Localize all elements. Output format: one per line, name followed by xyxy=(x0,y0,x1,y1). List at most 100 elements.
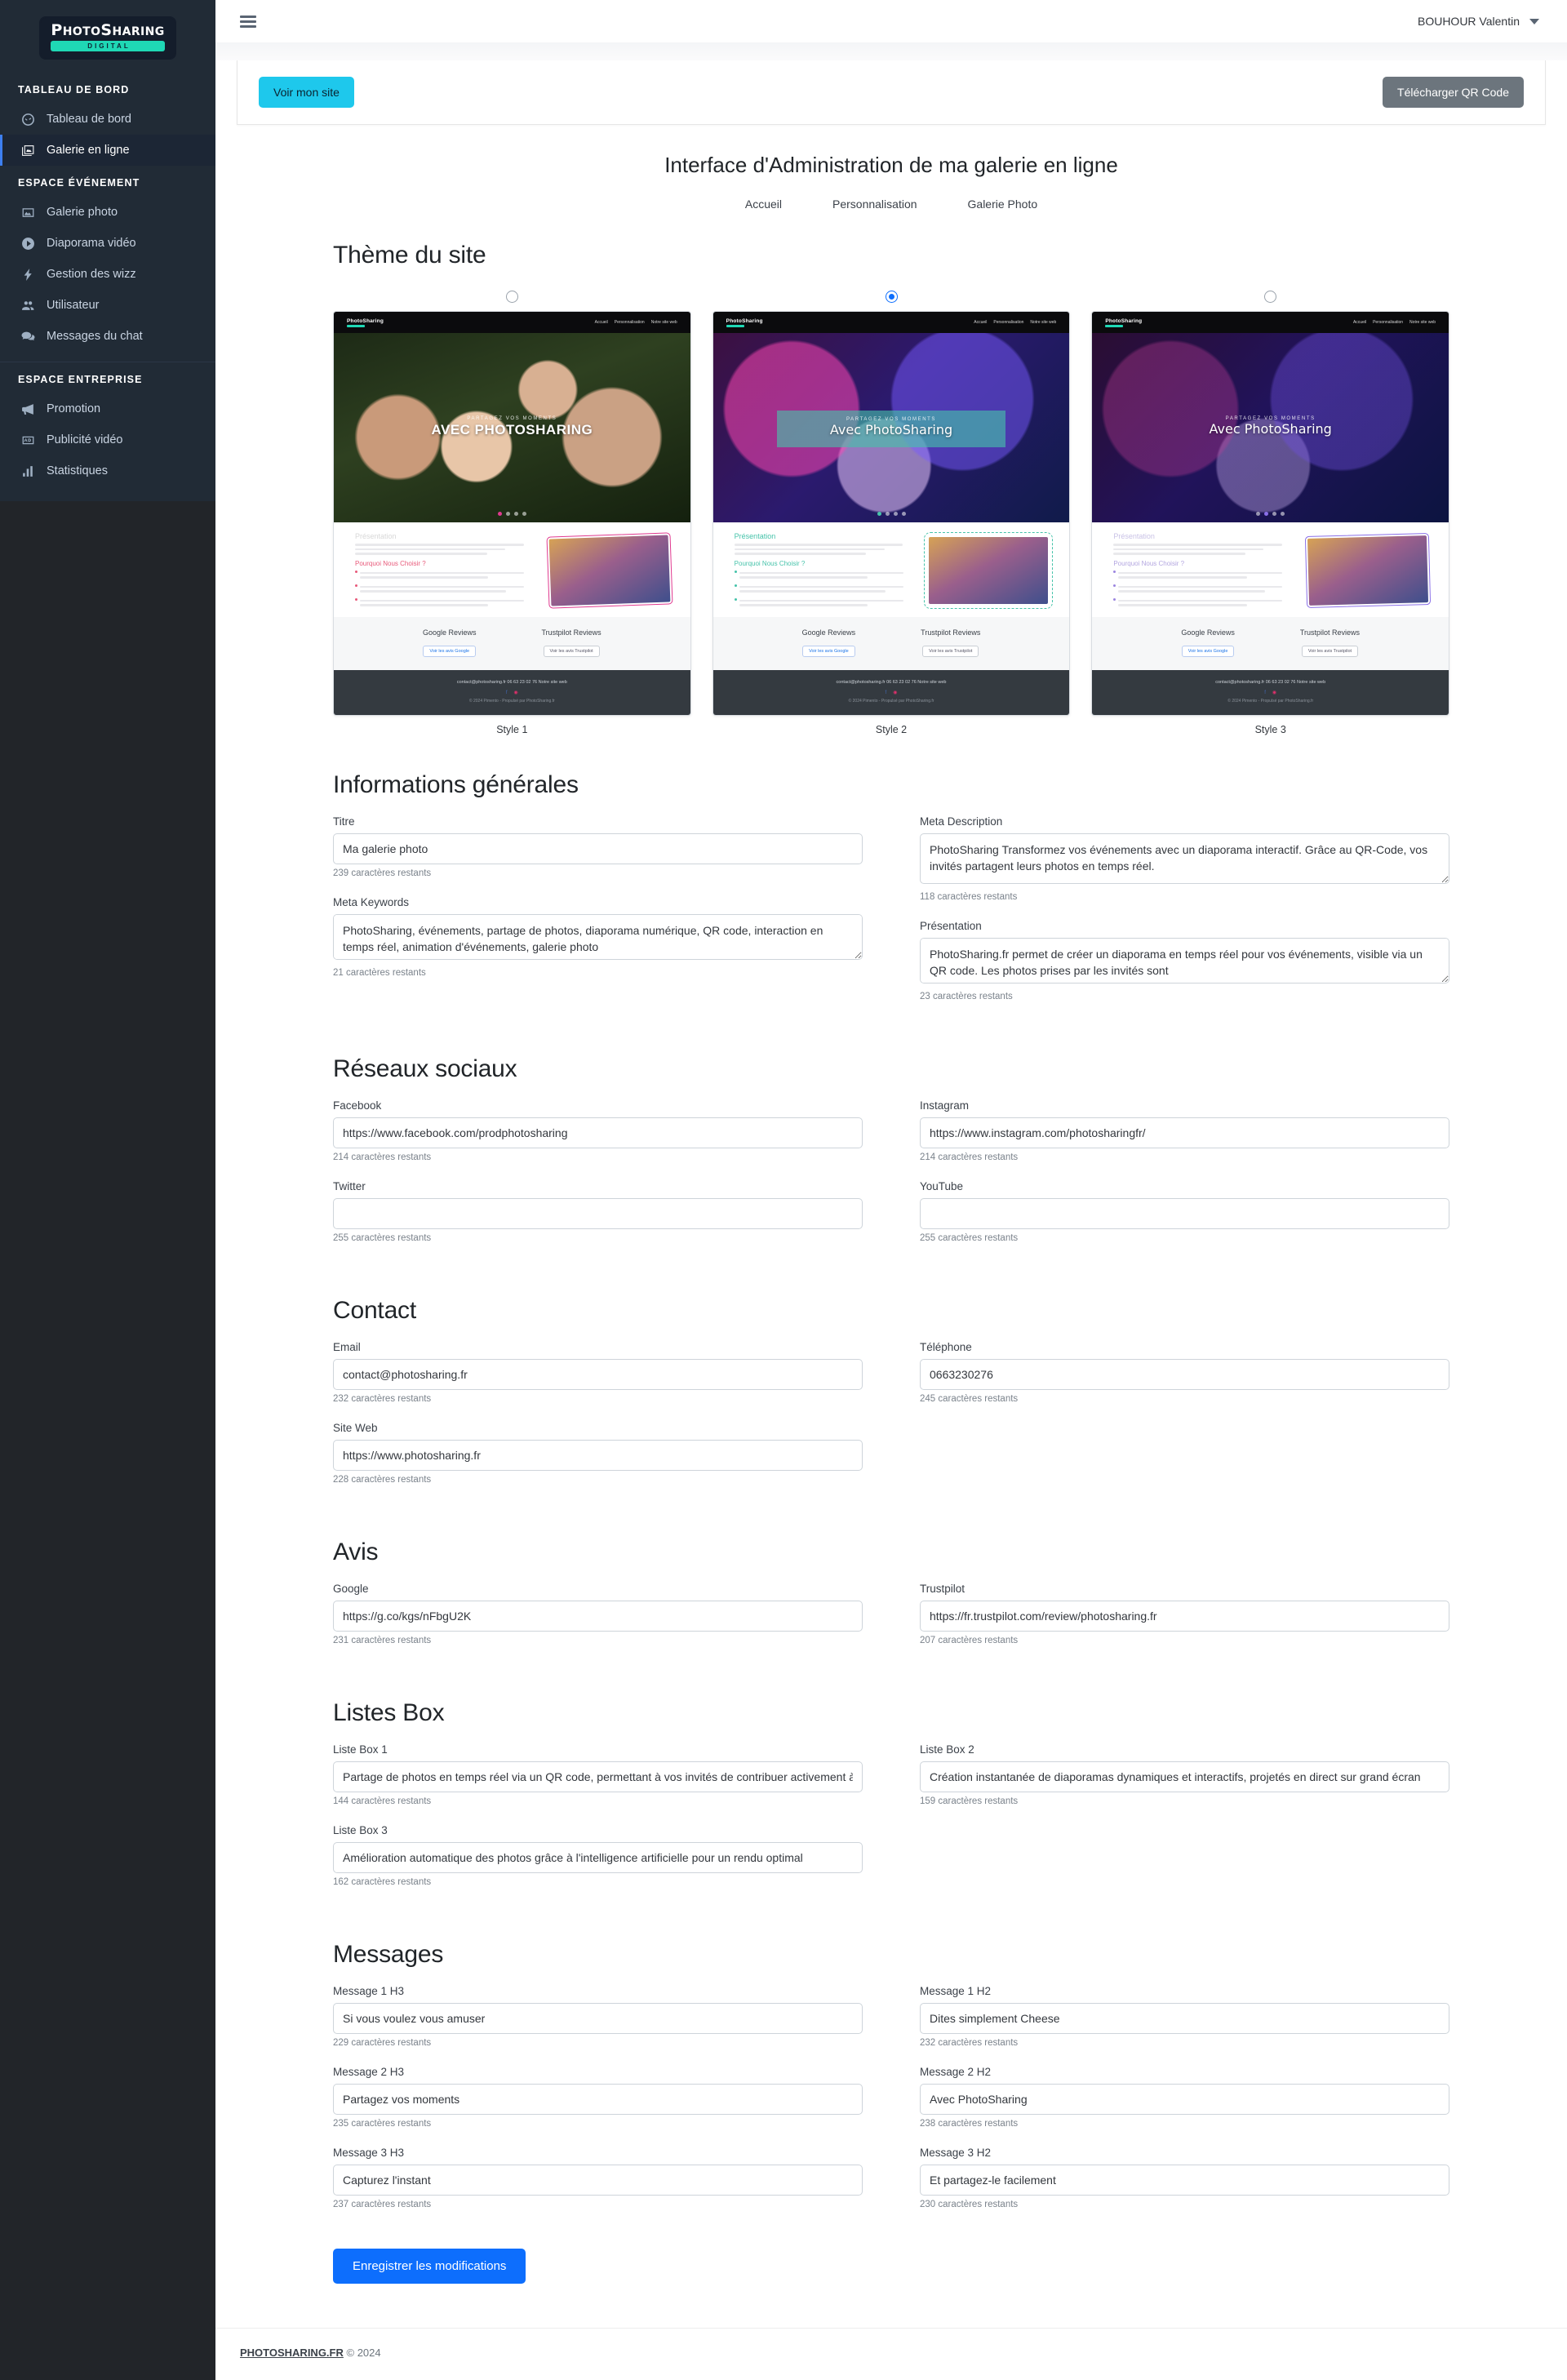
titre-input[interactable] xyxy=(333,833,863,864)
thumb-photo xyxy=(546,532,673,609)
user-menu[interactable]: BOUHOUR Valentin xyxy=(1418,15,1539,28)
thumb-why-title: Pourquoi Nous Choisir ? xyxy=(734,559,806,567)
thumb-nav-links: Accueil Personnalisation Notre site web xyxy=(595,320,677,325)
sidebar-item-utilisateur[interactable]: Utilisateur xyxy=(0,290,215,321)
theme-thumbnail-style-1[interactable]: PhotoSharing Accueil Personnalisation No… xyxy=(333,311,691,716)
liste-box-2-input[interactable] xyxy=(920,1761,1449,1792)
theme-card-style-3[interactable]: PhotoSharing Accueil Personnalisation No… xyxy=(1091,286,1450,735)
thumb-photo xyxy=(924,531,1054,609)
save-button[interactable]: Enregistrer les modifications xyxy=(333,2248,526,2284)
nav-heading-dashboard: TABLEAU DE BORD xyxy=(18,84,130,95)
thumb-carousel-dots xyxy=(1092,512,1449,516)
sidebar-item-gestion-des-wizz[interactable]: Gestion des wizz xyxy=(0,259,215,290)
thumb-review-trustpilot: Trustpilot Reviews Voir les avis Trustpi… xyxy=(921,628,980,657)
telephone-input[interactable] xyxy=(920,1358,1449,1390)
sidebar-item-diaporama-video[interactable]: Diaporama vidéo xyxy=(0,228,215,259)
subnav-galerie-photo[interactable]: Galerie Photo xyxy=(968,198,1038,211)
instagram-counter: 214 caractères restants xyxy=(920,1152,1019,1162)
sidebar-item-promotion[interactable]: Promotion xyxy=(0,393,215,424)
brand-haring: HARING xyxy=(112,25,165,38)
sidebar-item-messages-du-chat[interactable]: Messages du chat xyxy=(0,321,215,352)
download-qr-button[interactable]: Télécharger QR Code xyxy=(1383,77,1524,108)
avis-col-right: Trustpilot 207 caractères restants xyxy=(920,1583,1449,1663)
subnav-accueil[interactable]: Accueil xyxy=(745,198,782,211)
top-strip xyxy=(215,42,1567,60)
field-meta-description: Meta Description 118 caractères restants xyxy=(920,815,1449,902)
thumb-hero-subtitle: PARTAGEZ VOS MOMENTS xyxy=(467,416,557,422)
theme-card-style-1[interactable]: PhotoSharing Accueil Personnalisation No… xyxy=(333,286,691,735)
meta-keywords-counter: 21 caractères restants xyxy=(333,967,426,978)
liste-box-3-input[interactable] xyxy=(333,1841,863,1873)
field-google: Google 231 caractères restants xyxy=(333,1583,863,1645)
contact-col-right: Téléphone 245 caractères restants xyxy=(920,1341,1449,1503)
hamburger-menu-icon[interactable] xyxy=(237,12,260,31)
message-2-h3-counter: 235 caractères restants xyxy=(333,2118,432,2129)
thumb-footer-copyright: © 2024 Pimento - Propulsé par PhotoShari… xyxy=(468,698,555,704)
message-3-h2-counter: 230 caractères restants xyxy=(920,2199,1019,2209)
brand-logo[interactable]: PHOTOSHARING DIGITAL xyxy=(0,0,215,73)
message-2-h3-input[interactable] xyxy=(333,2083,863,2115)
message-3-h2-input[interactable] xyxy=(920,2164,1449,2196)
google-input[interactable] xyxy=(333,1600,863,1632)
liste-box-1-counter: 144 caractères restants xyxy=(333,1796,432,1806)
thumb-body-left: Présentation Pourquoi Nous Choisir ? xyxy=(355,532,539,609)
sidebar-item-tableau-de-bord[interactable]: Tableau de bord xyxy=(0,104,215,135)
subnav-personnalisation[interactable]: Personnalisation xyxy=(832,198,917,211)
sidebar-item-galerie-photo[interactable]: Galerie photo xyxy=(0,197,215,228)
facebook-input[interactable] xyxy=(333,1117,863,1148)
sidebar-item-label: Galerie photo xyxy=(47,206,118,219)
contact-grid: Email 232 caractères restants Site Web 2… xyxy=(333,1341,1449,1503)
site-web-input[interactable] xyxy=(333,1439,863,1471)
thumb-review-button: Voir les avis Trustpilot xyxy=(922,645,979,657)
message-2-h2-input[interactable] xyxy=(920,2083,1449,2115)
meta-keywords-textarea[interactable] xyxy=(333,913,863,960)
message-3-h3-input[interactable] xyxy=(333,2164,863,2196)
dashboard-icon xyxy=(20,112,35,127)
email-input[interactable] xyxy=(333,1358,863,1390)
message-1-h3-input[interactable] xyxy=(333,2002,863,2034)
images-icon xyxy=(20,143,35,158)
general-col-left: Titre 239 caractères restants Meta Keywo… xyxy=(333,815,863,1019)
sidebar-item-galerie-en-ligne[interactable]: Galerie en ligne xyxy=(0,135,215,166)
field-message-1-h2: Message 1 H2 232 caractères restants xyxy=(920,1985,1449,2048)
topbar: BOUHOUR Valentin xyxy=(215,0,1567,42)
youtube-input[interactable] xyxy=(920,1197,1449,1229)
theme-radio-style-3[interactable] xyxy=(1264,291,1277,303)
trustpilot-input[interactable] xyxy=(920,1600,1449,1632)
theme-thumbnail-style-3[interactable]: PhotoSharing Accueil Personnalisation No… xyxy=(1091,311,1450,716)
theme-radio-style-1[interactable] xyxy=(505,291,518,303)
sidebar-item-publicite-video[interactable]: Publicité vidéo xyxy=(0,424,215,455)
thumb-hero-title: Avec PhotoSharing xyxy=(829,422,953,438)
message-1-h2-input[interactable] xyxy=(920,2002,1449,2034)
meta-description-textarea[interactable] xyxy=(920,833,1449,884)
thumb-footer-social: f ◉ xyxy=(713,690,1070,695)
instagram-input[interactable] xyxy=(920,1117,1449,1148)
field-facebook: Facebook 214 caractères restants xyxy=(333,1099,863,1162)
field-presentation-label: Présentation xyxy=(920,919,982,932)
thumb-hero: PARTAGEZ VOS MOMENTS AVEC PHOTOSHARING xyxy=(334,333,690,522)
thumb-hero-caption: PARTAGEZ VOS MOMENTS AVEC PHOTOSHARING xyxy=(334,416,690,437)
view-site-button[interactable]: Voir mon site xyxy=(259,77,354,108)
sidebar-item-statistiques[interactable]: Statistiques xyxy=(0,455,215,486)
thumb-review-title: Trustpilot Reviews xyxy=(1299,628,1361,637)
thumb-footer: contact@photosharing.fr 06 63 23 02 76 N… xyxy=(712,669,1070,715)
thumb-reviews: Google Reviews Voir les avis Google Trus… xyxy=(1092,616,1449,670)
titre-counter: 239 caractères restants xyxy=(333,868,432,878)
site-web-counter: 228 caractères restants xyxy=(333,1474,432,1485)
thumb-body-left: Présentation Pourquoi Nous Choisir ? xyxy=(734,532,918,609)
save-row: Enregistrer les modifications xyxy=(333,2227,1449,2284)
theme-radio-style-2[interactable] xyxy=(885,291,898,303)
general-heading: Informations générales xyxy=(333,770,579,798)
footer-brand-link[interactable]: PHOTOSHARING.FR xyxy=(240,2347,344,2359)
user-name-label: BOUHOUR Valentin xyxy=(1417,15,1520,28)
field-message-1-h3-label: Message 1 H3 xyxy=(333,1984,405,1997)
presentation-textarea[interactable] xyxy=(920,937,1449,984)
field-liste-box-2-label: Liste Box 2 xyxy=(920,1743,974,1756)
thumb-reviews: Google Reviews Voir les avis Google Trus… xyxy=(712,616,1070,670)
field-twitter: Twitter 255 caractères restants xyxy=(333,1180,863,1243)
twitter-input[interactable] xyxy=(333,1197,863,1229)
liste-box-1-input[interactable] xyxy=(333,1761,863,1792)
theme-thumbnail-style-2[interactable]: PhotoSharing Accueil Personnalisation No… xyxy=(712,311,1071,716)
listes-box-heading: Listes Box xyxy=(333,1698,445,1726)
theme-card-style-2[interactable]: PhotoSharing Accueil Personnalisation No… xyxy=(712,286,1071,735)
